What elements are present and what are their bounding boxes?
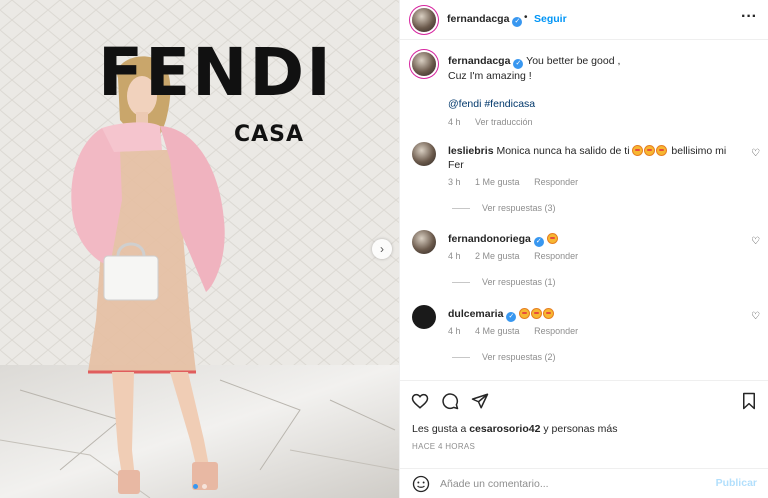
star-eyes-emoji-icon	[632, 145, 644, 156]
likes-prefix: Les gusta a	[412, 423, 467, 435]
comment-time: 4 h	[448, 326, 461, 336]
carousel-dot-active	[192, 484, 198, 489]
likes-summary[interactable]: Les gusta a cesarosorio42 y personas más	[412, 423, 617, 435]
comment-likes[interactable]: 1 Me gusta	[475, 177, 520, 187]
like-comment-heart-icon[interactable]: ♡	[751, 236, 760, 247]
more-options-icon[interactable]: ···	[741, 8, 757, 26]
author-avatar[interactable]	[412, 8, 436, 32]
add-comment-bar: Publicar	[400, 468, 768, 498]
commenter-username[interactable]: fernandonoriega	[448, 233, 531, 245]
likes-user[interactable]: cesarosorio42	[469, 423, 540, 435]
heart-icon[interactable]	[410, 391, 430, 411]
view-replies-button[interactable]: Ver respuestas (1)	[452, 277, 556, 287]
caption-text-line1: You better be good ,	[526, 55, 621, 67]
star-eyes-emoji-icon	[644, 145, 656, 156]
brand-subtitle: CASA	[234, 122, 305, 147]
post-timestamp: HACE 4 HORAS	[412, 442, 476, 451]
author-username[interactable]: fernandacga ✓	[447, 13, 523, 27]
chevron-right-icon: ›	[380, 242, 384, 256]
reply-button[interactable]: Responder	[534, 177, 578, 187]
comment-meta: 3 h 1 Me gusta Responder	[448, 177, 578, 187]
follow-button[interactable]: Seguir	[534, 13, 567, 25]
separator-dot: •	[524, 12, 528, 23]
comment-meta: 4 h 2 Me gusta Responder	[448, 251, 578, 261]
commenter-avatar[interactable]	[412, 230, 436, 254]
publish-button[interactable]: Publicar	[716, 477, 757, 489]
post-details-panel: fernandacga ✓ • Seguir ··· fernandacga ✓ Y…	[399, 0, 768, 498]
comment-likes[interactable]: 2 Me gusta	[475, 251, 520, 261]
comment-time: 4 h	[448, 251, 461, 261]
comment-text: lesliebris Monica nunca ha salido de ti …	[448, 144, 743, 172]
next-photo-button[interactable]: ›	[372, 239, 392, 259]
comment-body: Monica nunca ha salido de ti	[496, 145, 630, 157]
comment-time: 3 h	[448, 177, 461, 187]
carousel-dot	[201, 484, 207, 489]
verified-badge-icon: ✓	[512, 17, 523, 27]
post-actions: Les gusta a cesarosorio42 y personas más…	[400, 380, 768, 498]
comment-text: dulcemaria ✓	[448, 307, 743, 322]
caption-avatar[interactable]	[412, 52, 436, 76]
comment-meta: 4 h 4 Me gusta Responder	[448, 326, 578, 336]
like-comment-heart-icon[interactable]: ♡	[751, 311, 760, 322]
commenter-avatar[interactable]	[412, 305, 436, 329]
hands-emoji-icon	[546, 233, 558, 244]
star-eyes-emoji-icon	[531, 308, 543, 319]
emoji-picker-icon[interactable]	[412, 475, 430, 493]
caption-body: fernandacga ✓ You better be good , Cuz I'…	[448, 54, 748, 129]
post-header: fernandacga ✓ • Seguir ···	[400, 0, 768, 40]
view-replies-label: Ver respuestas (1)	[482, 277, 556, 287]
bookmark-icon[interactable]	[739, 391, 759, 411]
view-replies-label: Ver respuestas (3)	[482, 203, 556, 213]
comment-text: fernandonoriega ✓	[448, 232, 743, 247]
likes-suffix: y personas más	[543, 423, 618, 435]
commenter-username[interactable]: lesliebris	[448, 145, 494, 157]
share-icon[interactable]	[470, 391, 490, 411]
verified-badge-icon: ✓	[513, 59, 524, 69]
see-translation-link[interactable]: Ver traducción	[475, 117, 533, 127]
caption-tags[interactable]: @fendi #fendicasa	[448, 97, 748, 111]
star-eyes-emoji-icon	[656, 145, 668, 156]
carousel-dots	[0, 484, 399, 489]
commenter-username[interactable]: dulcemaria	[448, 308, 503, 320]
comment-likes[interactable]: 4 Me gusta	[475, 326, 520, 336]
brand-logo: FENDI	[98, 34, 333, 111]
author-username-text: fernandacga	[447, 13, 510, 25]
caption-text-line2: Cuz I'm amazing !	[448, 70, 532, 82]
star-eyes-emoji-icon	[519, 308, 531, 319]
view-replies-button[interactable]: Ver respuestas (2)	[452, 352, 556, 362]
view-replies-button[interactable]: Ver respuestas (3)	[452, 203, 556, 213]
like-comment-heart-icon[interactable]: ♡	[751, 148, 760, 159]
comment-icon[interactable]	[440, 391, 460, 411]
caption-time: 4 h	[448, 117, 461, 127]
view-replies-label: Ver respuestas (2)	[482, 352, 556, 362]
reply-button[interactable]: Responder	[534, 326, 578, 336]
verified-badge-icon: ✓	[506, 312, 517, 322]
comment-input[interactable]	[440, 475, 700, 493]
caption-meta: 4 h Ver traducción	[448, 115, 748, 129]
reply-button[interactable]: Responder	[534, 251, 578, 261]
post-photo[interactable]: FENDI CASA ›	[0, 0, 399, 498]
star-eyes-emoji-icon	[543, 308, 555, 319]
caption-username[interactable]: fernandacga	[448, 55, 510, 67]
commenter-avatar[interactable]	[412, 142, 436, 166]
verified-badge-icon: ✓	[533, 237, 544, 247]
